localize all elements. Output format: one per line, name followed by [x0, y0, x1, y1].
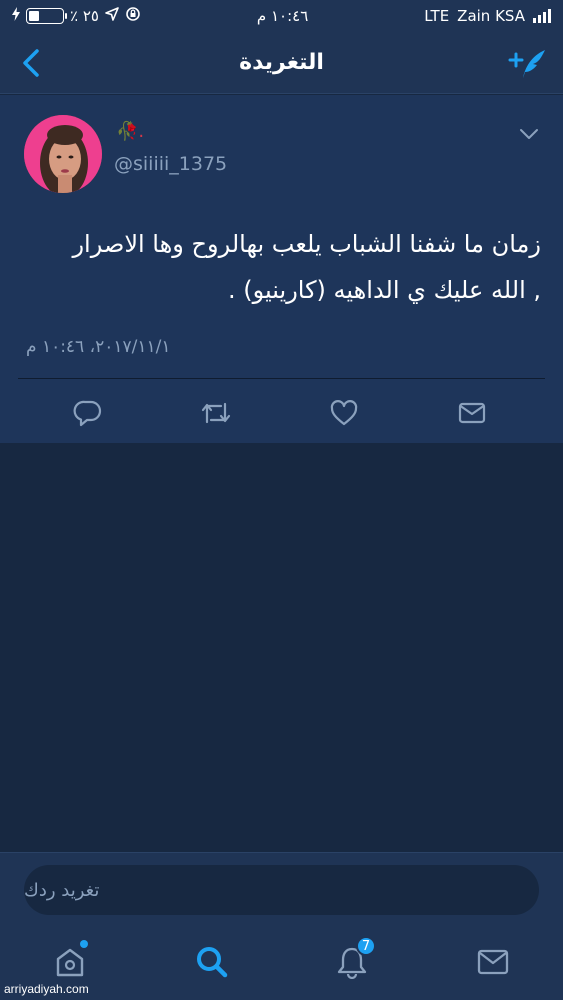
- like-button[interactable]: [326, 395, 362, 431]
- tab-notifications[interactable]: 7: [330, 936, 376, 984]
- compose-tweet-icon: [508, 50, 545, 78]
- battery-percent: ٪ ٢٥: [70, 7, 99, 25]
- charging-icon: [12, 7, 20, 25]
- new-tweets-dot: [80, 940, 88, 948]
- avatar[interactable]: [24, 115, 102, 193]
- tweet-text-line: زمان ما شفنا الشباب يلعب بهالروح وها الا…: [72, 230, 541, 258]
- chevron-left-icon: [23, 49, 39, 77]
- tweet-actions: [0, 387, 563, 439]
- back-button[interactable]: [14, 46, 48, 80]
- nav-bar: التغريدة: [0, 32, 563, 94]
- search-icon: [197, 947, 228, 978]
- status-bar: ٪ ٢٥ ١٠:٤٦ م LTE Zain KSA: [0, 0, 563, 32]
- tweet-options-button[interactable]: [517, 125, 541, 143]
- tab-search[interactable]: [190, 940, 234, 984]
- reply-button[interactable]: [70, 395, 106, 431]
- direct-message-button[interactable]: [454, 395, 490, 431]
- direct-message-icon: [458, 402, 486, 424]
- tweet-text: زمان ما شفنا الشباب يلعب بهالروح وها الا…: [20, 221, 541, 313]
- battery-icon: [26, 8, 67, 24]
- tab-messages[interactable]: [471, 940, 515, 984]
- reply-input[interactable]: تغريد ردك: [24, 865, 539, 915]
- messages-icon: [477, 949, 509, 975]
- retweet-icon: [201, 402, 231, 424]
- reply-icon: [73, 400, 102, 427]
- rotation-lock-icon: [125, 6, 141, 26]
- status-right: LTE Zain KSA: [424, 7, 551, 25]
- network-type: LTE: [424, 7, 450, 25]
- divider: [18, 378, 545, 379]
- chevron-down-icon: [520, 129, 538, 139]
- compose-tweet-button[interactable]: [507, 44, 547, 84]
- watermark: arriyadiyah.com: [4, 982, 89, 996]
- status-time: ١٠:٤٦ م: [256, 7, 309, 25]
- user-handle[interactable]: @siiiii_1375: [114, 153, 227, 175]
- like-icon: [330, 400, 358, 426]
- tab-home[interactable]: [48, 940, 92, 984]
- tweet-timestamp: ٢٠١٧/١١/١، ١٠:٤٦ م: [26, 337, 171, 357]
- display-name[interactable]: 🥀.: [116, 121, 144, 142]
- tweet-text-line: , الله عليك ي الداهيه (كارينيو) .: [228, 276, 541, 304]
- home-icon: [56, 948, 84, 977]
- retweet-button[interactable]: [198, 395, 234, 431]
- display-name-text: 🥀.: [116, 121, 145, 142]
- carrier-name: Zain KSA: [457, 7, 525, 25]
- status-left: ٪ ٢٥: [12, 6, 141, 26]
- signal-icon: [532, 9, 551, 23]
- page-title: التغريدة: [239, 50, 324, 75]
- notifications-badge: 7: [356, 936, 376, 956]
- tweet-card: 🥀. @siiiii_1375 زمان ما شفنا الشباب يلعب…: [0, 95, 563, 443]
- reply-bar: تغريد ردك: [0, 852, 563, 930]
- location-icon: [105, 7, 119, 25]
